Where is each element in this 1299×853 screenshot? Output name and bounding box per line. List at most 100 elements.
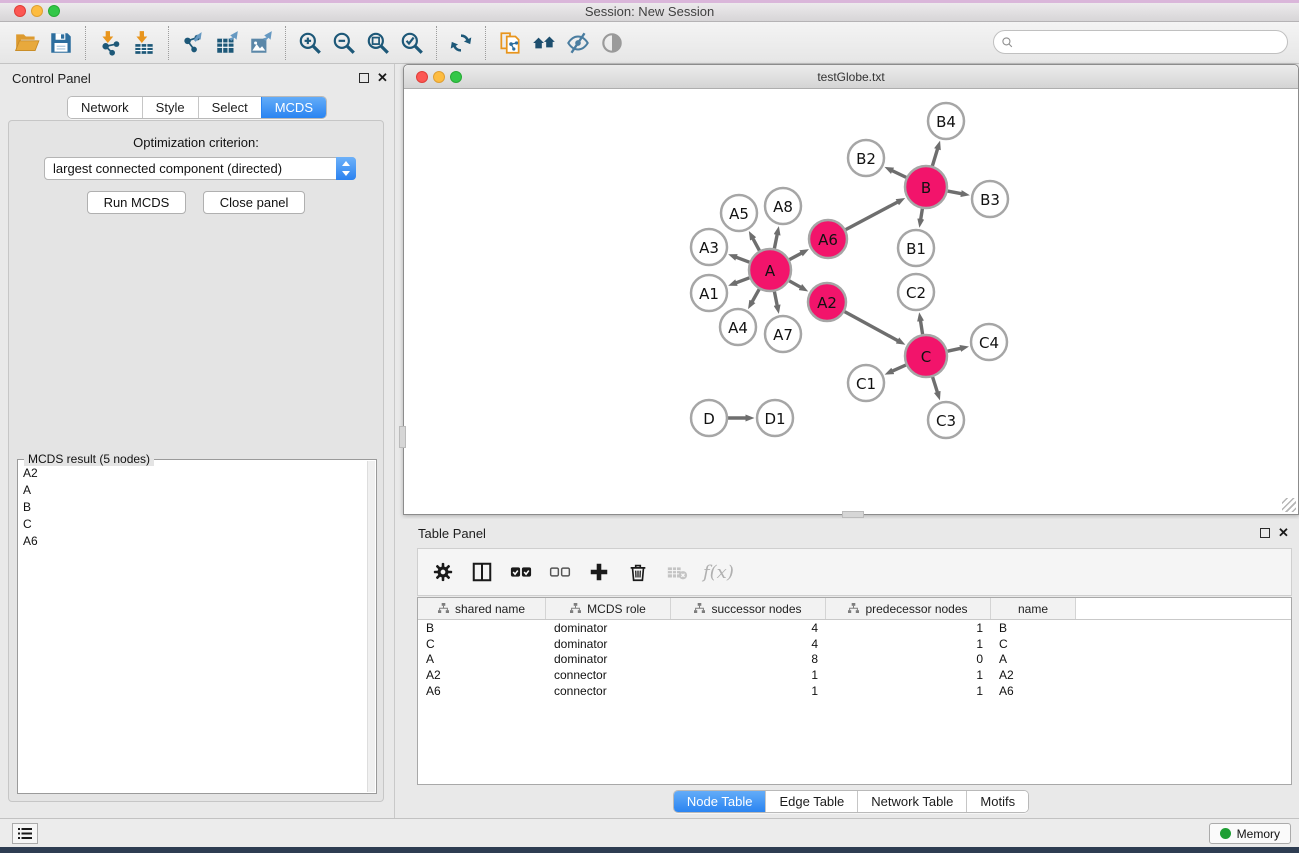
table-cell[interactable]: 1 [826,668,991,682]
open-file-icon[interactable] [10,26,44,60]
result-item[interactable]: A [19,481,367,498]
table-cell[interactable]: 4 [671,637,826,651]
table-cell[interactable]: dominator [546,621,671,635]
network-window-titlebar[interactable]: testGlobe.txt [404,65,1298,89]
node-B2[interactable]: B2 [848,140,884,176]
edge-B-B3[interactable] [948,191,962,194]
first-neighbors-icon[interactable] [527,26,561,60]
search-box[interactable] [993,30,1288,54]
column-header-name[interactable]: name [991,598,1076,619]
edge-A-A6[interactable] [789,253,801,260]
edge-C-C4[interactable] [948,348,961,351]
node-A1[interactable]: A1 [691,275,727,311]
table-row[interactable]: A2connector11A2 [418,667,1291,683]
table-cell[interactable]: connector [546,684,671,698]
node-B3[interactable]: B3 [972,181,1008,217]
float-table-panel-icon[interactable] [1260,528,1270,538]
table-cell[interactable]: dominator [546,637,671,651]
table-cell[interactable]: A2 [991,668,1076,682]
tab-mcds[interactable]: MCDS [261,97,326,118]
node-A[interactable]: A [749,249,791,291]
select-all-columns-icon[interactable] [506,557,536,587]
node-A2[interactable]: A2 [808,283,846,321]
table-cell[interactable]: C [418,637,546,651]
node-A5[interactable]: A5 [721,195,757,231]
memory-button[interactable]: Memory [1209,823,1291,844]
table-tab-network-table[interactable]: Network Table [857,791,966,812]
result-item[interactable]: A6 [19,532,367,549]
show-columns-icon[interactable] [467,557,497,587]
table-tab-node-table[interactable]: Node Table [674,791,766,812]
table-cell[interactable]: 4 [671,621,826,635]
edge-A6-B[interactable] [846,202,898,230]
node-A3[interactable]: A3 [691,229,727,265]
table-cell[interactable]: A6 [991,684,1076,698]
zoom-selected-icon[interactable] [395,26,429,60]
table-cell[interactable]: C [991,637,1076,651]
run-mcds-button[interactable]: Run MCDS [87,191,187,214]
criterion-dropdown[interactable]: largest connected component (directed) [44,157,356,180]
edge-A-A1[interactable] [736,278,749,283]
table-cell[interactable]: connector [546,668,671,682]
table-cell[interactable]: 0 [826,652,991,666]
column-header-MCDS-role[interactable]: MCDS role [546,598,671,619]
table-cell[interactable]: A6 [418,684,546,698]
edge-C-C2[interactable] [921,321,923,335]
tab-style[interactable]: Style [142,97,198,118]
tab-network[interactable]: Network [68,97,142,118]
node-A7[interactable]: A7 [765,316,801,352]
zoom-fit-icon[interactable] [361,26,395,60]
float-panel-icon[interactable] [359,73,369,83]
edge-A-A3[interactable] [736,257,749,262]
table-cell[interactable]: A [418,652,546,666]
column-header-predecessor-nodes[interactable]: predecessor nodes [826,598,991,619]
export-image-icon[interactable] [244,26,278,60]
edge-A-A4[interactable] [752,289,759,302]
table-cell[interactable]: 1 [826,684,991,698]
hide-selected-icon[interactable] [561,26,595,60]
table-row[interactable]: A6connector11A6 [418,683,1291,699]
node-D[interactable]: D [691,400,727,436]
table-settings-icon[interactable] [428,557,458,587]
export-network-icon[interactable] [176,26,210,60]
table-cell[interactable]: dominator [546,652,671,666]
tab-select[interactable]: Select [198,97,261,118]
refresh-icon[interactable] [444,26,478,60]
table-tab-edge-table[interactable]: Edge Table [765,791,857,812]
zoom-out-icon[interactable] [327,26,361,60]
close-panel-icon[interactable]: ✕ [377,70,388,86]
table-row[interactable]: Cdominator41C [418,636,1291,652]
table-cell[interactable]: 1 [671,668,826,682]
deselect-all-columns-icon[interactable] [545,557,575,587]
task-history-button[interactable] [12,823,38,844]
show-graphics-details-icon[interactable] [595,26,629,60]
node-C[interactable]: C [905,335,947,377]
node-C1[interactable]: C1 [848,365,884,401]
result-item[interactable]: A2 [19,464,367,481]
table-cell[interactable]: 1 [826,637,991,651]
table-cell[interactable]: 1 [826,621,991,635]
edge-C-C1[interactable] [892,365,906,371]
save-session-icon[interactable] [44,26,78,60]
splitter-grip-horizontal[interactable] [842,511,864,518]
table-cell[interactable]: 8 [671,652,826,666]
node-A8[interactable]: A8 [765,188,801,224]
edge-A2-C[interactable] [845,312,898,341]
edge-C-C3[interactable] [933,377,938,392]
table-cell[interactable]: A [991,652,1076,666]
edge-A-A5[interactable] [753,239,760,251]
column-header-shared-name[interactable]: shared name [418,598,546,619]
window-resize-grip[interactable] [1282,498,1296,512]
edge-A-A2[interactable] [789,281,801,288]
node-B[interactable]: B [905,166,947,208]
node-B1[interactable]: B1 [898,230,934,266]
edge-B-B2[interactable] [892,171,906,178]
table-cell[interactable]: B [418,621,546,635]
table-cell[interactable]: 1 [671,684,826,698]
node-D1[interactable]: D1 [757,400,793,436]
edge-B-B4[interactable] [932,149,937,166]
result-scrollbar[interactable] [367,461,375,792]
add-row-icon[interactable] [584,557,614,587]
search-input[interactable] [1014,35,1287,49]
edge-A-A7[interactable] [774,292,777,306]
